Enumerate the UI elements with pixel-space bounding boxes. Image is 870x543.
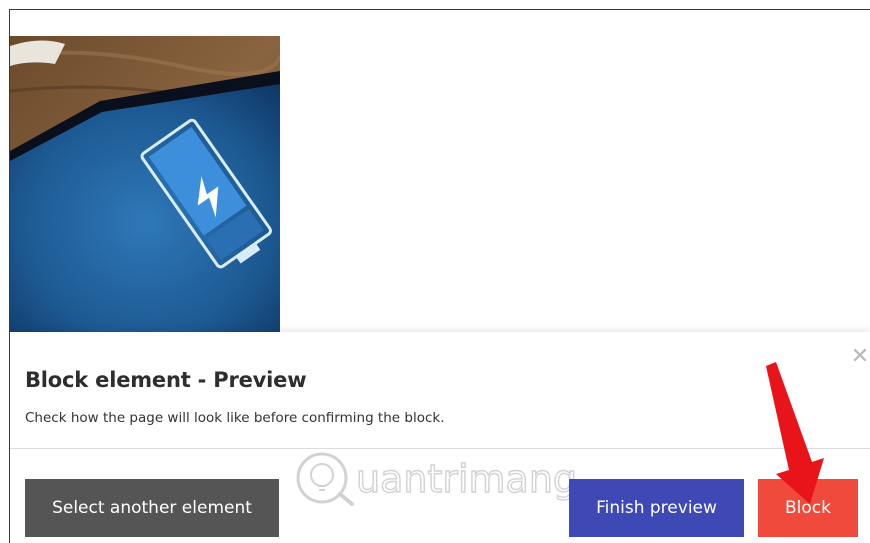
- block-preview-panel: ✕ Block element - Preview Check how the …: [10, 332, 870, 543]
- panel-title: Block element - Preview: [25, 368, 307, 392]
- select-another-element-button[interactable]: Select another element: [25, 479, 279, 537]
- close-icon[interactable]: ✕: [849, 346, 870, 368]
- battery-tablet-image: [10, 36, 280, 336]
- finish-preview-button[interactable]: Finish preview: [569, 479, 744, 537]
- page-frame: ✕ Block element - Preview Check how the …: [9, 9, 870, 543]
- block-button[interactable]: Block: [758, 479, 858, 537]
- watermark-text: uantrimang: [356, 457, 577, 501]
- panel-divider: [10, 448, 870, 449]
- panel-description: Check how the page will look like before…: [25, 410, 445, 426]
